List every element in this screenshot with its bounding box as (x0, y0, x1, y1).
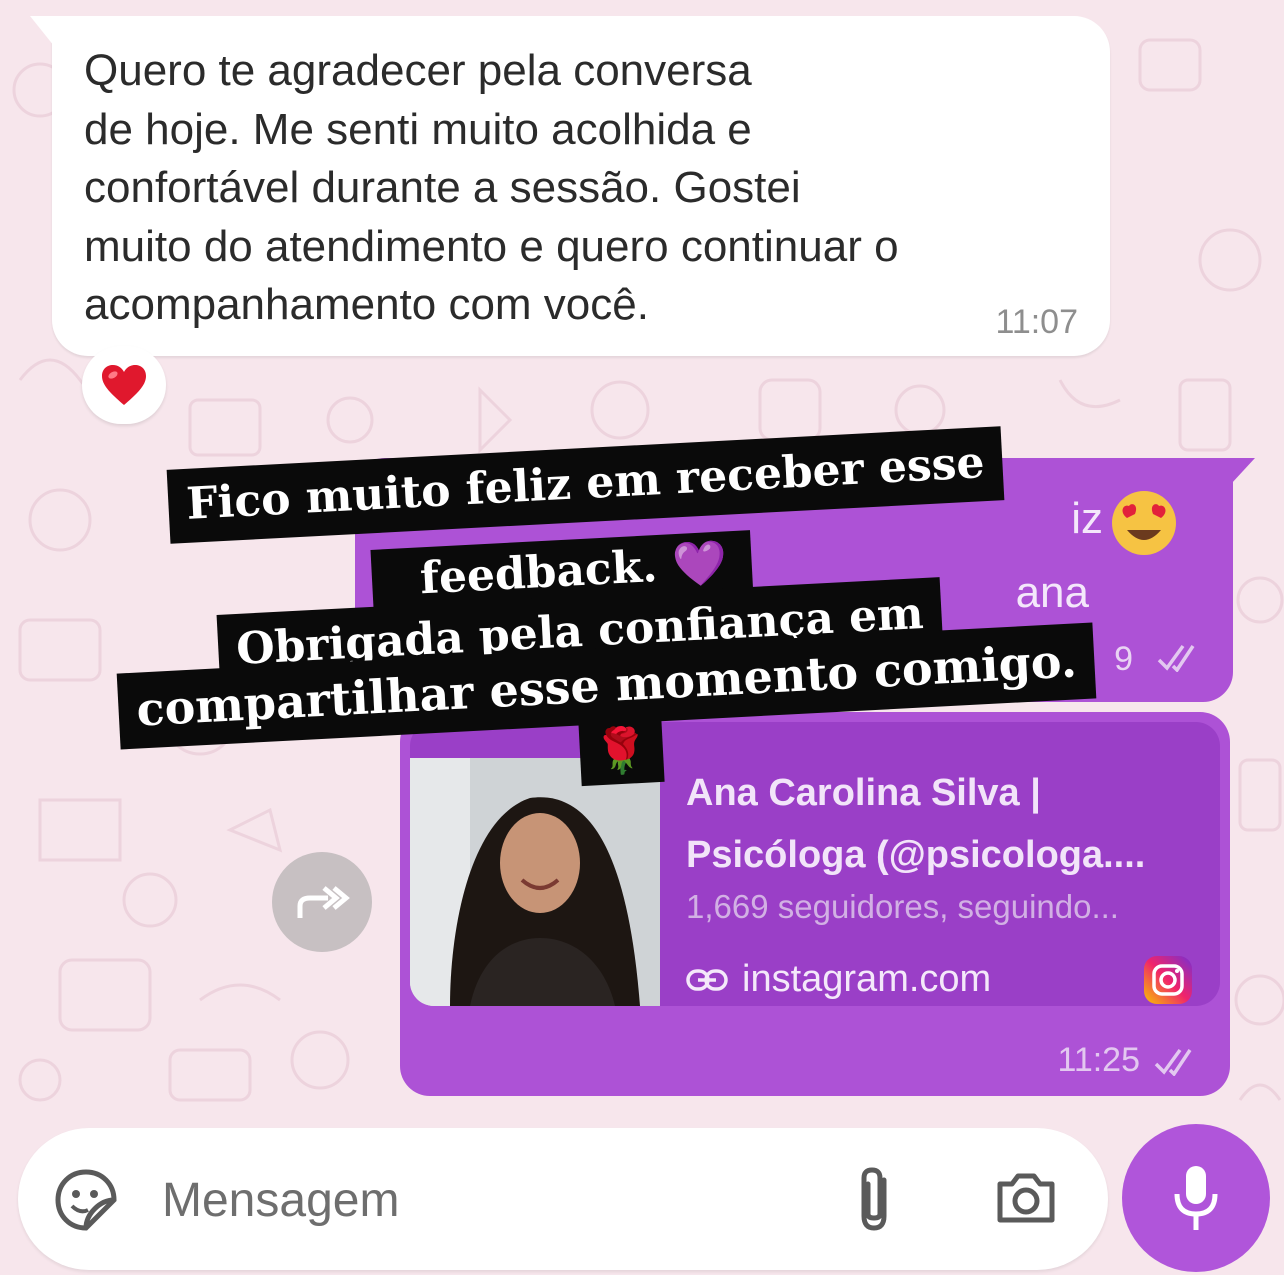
rose-emoji-icon: 🌹 (578, 717, 665, 787)
message-time: 11:25 (1057, 1041, 1140, 1079)
mic-icon (1174, 1166, 1218, 1230)
preview-title: Ana Carolina Silva | Psicóloga (@psicolo… (686, 772, 1146, 876)
profile-photo (410, 758, 660, 1006)
preview-link[interactable]: instagram.com (686, 958, 991, 1001)
bubble-tail (1231, 458, 1255, 484)
incoming-message-bubble[interactable]: Quero te agradecer pela conversa de hoje… (30, 16, 1110, 356)
instagram-icon (1144, 956, 1192, 1004)
bubble-tail (30, 16, 54, 46)
read-double-check-icon (1154, 1048, 1192, 1076)
message-text-fragment: iz (1071, 494, 1103, 543)
preview-subtitle: 1,669 seguidores, seguindo... (686, 888, 1119, 925)
sticker-icon[interactable] (54, 1168, 118, 1232)
camera-icon[interactable] (994, 1170, 1058, 1226)
forward-icon (297, 886, 350, 918)
message-time-fragment: 9 (1114, 640, 1133, 678)
message-input[interactable] (162, 1172, 802, 1228)
heart-emoji-icon (102, 365, 146, 405)
heart-eyes-emoji-icon (1112, 491, 1176, 555)
mic-button[interactable] (1122, 1124, 1270, 1272)
attach-icon[interactable] (852, 1164, 896, 1236)
message-composer (18, 1128, 1108, 1270)
link-icon (686, 968, 728, 991)
outgoing-link-message[interactable]: Ana Carolina Silva | Psicóloga (@psicolo… (400, 712, 1230, 1096)
read-double-check-icon (1157, 644, 1195, 672)
forward-button[interactable] (272, 852, 372, 952)
preview-domain: instagram.com (742, 958, 992, 1000)
link-preview-card[interactable]: Ana Carolina Silva | Psicóloga (@psicolo… (410, 722, 1220, 1006)
message-text: Quero te agradecer pela conversa de hoje… (84, 46, 899, 329)
message-time: 11:07 (995, 303, 1078, 341)
reaction-badge[interactable] (82, 346, 166, 424)
message-text-fragment: ana (1015, 568, 1089, 617)
